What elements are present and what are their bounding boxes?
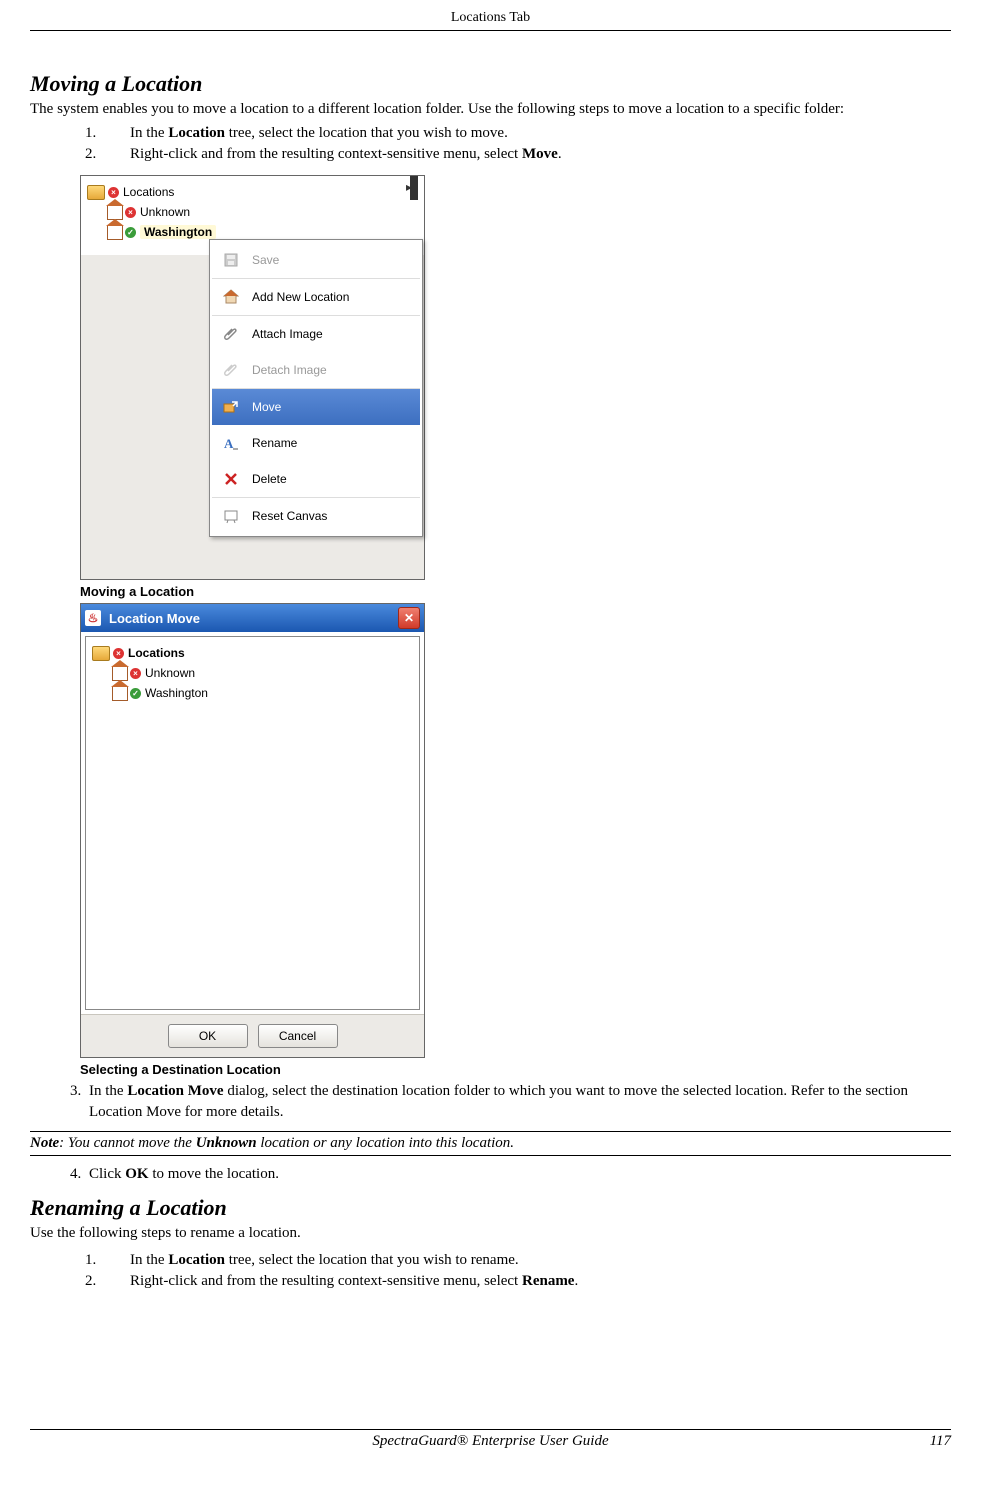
house-icon <box>107 225 123 240</box>
menu-item-move[interactable]: Move <box>212 389 420 425</box>
menu-label: Add New Location <box>252 290 349 304</box>
status-ok-icon: ✓ <box>125 227 136 238</box>
house-plus-icon <box>220 289 242 305</box>
note-block: Note: You cannot move the Unknown locati… <box>30 1131 951 1156</box>
move-folder-icon <box>220 399 242 415</box>
menu-item-rename[interactable]: A Rename <box>212 425 420 461</box>
tree-label: Unknown <box>145 666 195 680</box>
ok-button[interactable]: OK <box>168 1024 248 1048</box>
renaming-intro: Use the following steps to rename a loca… <box>30 1223 951 1243</box>
close-button[interactable]: ✕ <box>398 607 420 629</box>
footer-title: SpectraGuard® Enterprise User Guide <box>80 1433 901 1450</box>
menu-label: Move <box>252 400 281 414</box>
tree-label: Washington <box>145 686 208 700</box>
moving-step-3: In the Location Move dialog, select the … <box>85 1081 951 1123</box>
page-footer: SpectraGuard® Enterprise User Guide 117 <box>30 1429 951 1450</box>
menu-label: Attach Image <box>252 327 323 341</box>
tree-item-unknown[interactable]: × Unknown <box>87 202 418 222</box>
tree-label: Unknown <box>140 205 190 219</box>
note-label: Note <box>30 1135 59 1151</box>
caption-selecting-destination: Selecting a Destination Location <box>80 1062 951 1077</box>
menu-item-delete[interactable]: Delete <box>212 461 420 497</box>
paperclip-off-icon <box>220 362 242 378</box>
menu-label: Delete <box>252 472 287 486</box>
status-ok-icon: ✓ <box>130 688 141 699</box>
dialog-button-bar: OK Cancel <box>81 1014 424 1057</box>
menu-item-save: Save <box>212 242 420 278</box>
house-icon <box>112 666 128 681</box>
cancel-button[interactable]: Cancel <box>258 1024 338 1048</box>
paperclip-icon <box>220 326 242 342</box>
heading-moving-location: Moving a Location <box>30 71 951 97</box>
menu-label: Rename <box>252 436 297 450</box>
tree-item-washington[interactable]: ✓ Washington <box>92 683 413 703</box>
dialog-titlebar: ♨ Location Move ✕ <box>81 604 424 632</box>
screenshot-location-move-dialog: ♨ Location Move ✕ × Locations × Unknown … <box>80 603 425 1058</box>
canvas-icon <box>220 508 242 524</box>
delete-icon <box>220 471 242 487</box>
moving-steps-final: Click OK to move the location. <box>30 1164 951 1185</box>
moving-step-2: Right-click and from the resulting conte… <box>100 144 951 165</box>
renaming-steps: In the Location tree, select the locatio… <box>30 1250 951 1292</box>
moving-steps: In the Location tree, select the locatio… <box>30 123 951 165</box>
menu-item-add-new-location[interactable]: Add New Location <box>212 279 420 315</box>
moving-step-4: Click OK to move the location. <box>85 1164 951 1185</box>
renaming-step-2: Right-click and from the resulting conte… <box>100 1271 951 1292</box>
moving-step-1: In the Location tree, select the locatio… <box>100 123 951 144</box>
moving-steps-cont: In the Location Move dialog, select the … <box>30 1081 951 1123</box>
dialog-title: Location Move <box>109 611 200 626</box>
context-menu: Save Add New Location Attach Image <box>209 239 423 537</box>
status-error-icon: × <box>125 207 136 218</box>
house-icon <box>107 205 123 220</box>
dialog-tree-panel: × Locations × Unknown ✓ Washington <box>85 636 420 1010</box>
menu-item-reset-canvas[interactable]: Reset Canvas <box>212 498 420 534</box>
tree-label: Locations <box>128 646 185 660</box>
running-header: Locations Tab <box>30 10 951 31</box>
screenshot-context-menu: × Locations × Unknown ✓ Washington Save <box>80 175 425 580</box>
status-error-icon: × <box>130 668 141 679</box>
house-icon <box>112 686 128 701</box>
status-error-icon: × <box>113 648 124 659</box>
moving-intro: The system enables you to move a locatio… <box>30 99 951 119</box>
page-number: 117 <box>901 1433 951 1450</box>
menu-label: Detach Image <box>252 363 327 377</box>
menu-item-detach-image: Detach Image <box>212 352 420 388</box>
status-error-icon: × <box>108 187 119 198</box>
tree-label-selected: Washington <box>140 225 216 239</box>
menu-label: Save <box>252 253 279 267</box>
renaming-step-1: In the Location tree, select the locatio… <box>100 1250 951 1271</box>
tree-label: Locations <box>123 185 174 199</box>
panel-divider-handle[interactable] <box>410 176 418 200</box>
menu-label: Reset Canvas <box>252 509 327 523</box>
rename-icon: A <box>220 435 242 451</box>
java-icon: ♨ <box>85 610 101 626</box>
save-icon <box>220 252 242 268</box>
heading-renaming-location: Renaming a Location <box>30 1195 951 1221</box>
tree-root-locations[interactable]: × Locations <box>92 643 413 663</box>
svg-text:A: A <box>224 436 234 451</box>
folder-icon <box>92 646 110 661</box>
tree-item-unknown[interactable]: × Unknown <box>92 663 413 683</box>
menu-item-attach-image[interactable]: Attach Image <box>212 316 420 352</box>
tree-root-locations[interactable]: × Locations <box>87 182 418 202</box>
folder-icon <box>87 185 105 200</box>
caption-moving: Moving a Location <box>80 584 951 599</box>
